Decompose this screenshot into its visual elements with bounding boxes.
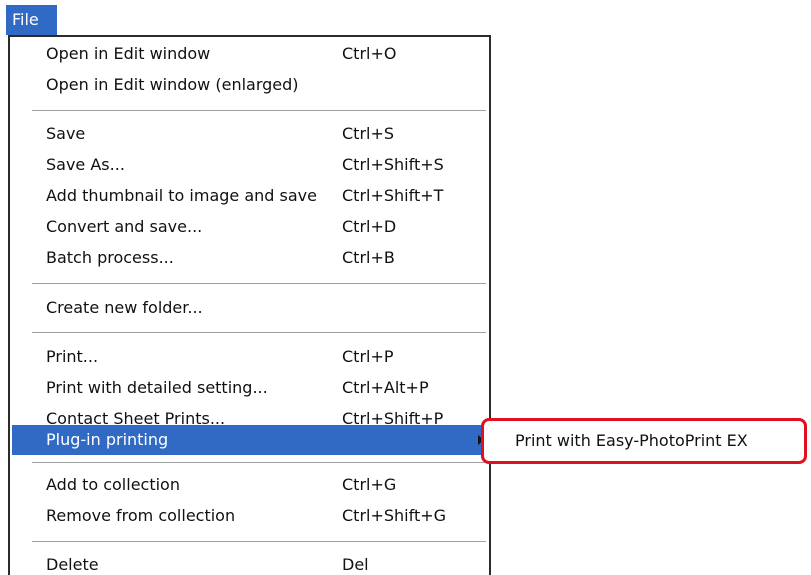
menu-item-print-detailed-setting[interactable]: Print with detailed setting... Ctrl+Alt+…: [12, 373, 489, 403]
menu-item-shortcut: Del: [342, 555, 369, 574]
menu-item-label: Convert and save...: [46, 217, 203, 236]
plug-in-printing-submenu: Print with Easy-PhotoPrint EX: [481, 418, 807, 464]
menu-item-shortcut: Ctrl+Alt+P: [342, 378, 429, 397]
menu-item-shortcut: Ctrl+B: [342, 248, 395, 267]
menu-item-label: Delete: [46, 555, 99, 574]
menu-item-label: Remove from collection: [46, 506, 236, 525]
menu-item-label: Create new folder...: [46, 298, 203, 317]
menu-item-shortcut: Ctrl+Shift+T: [342, 186, 444, 205]
menu-item-add-thumbnail-and-save[interactable]: Add thumbnail to image and save Ctrl+Shi…: [12, 181, 489, 211]
menu-item-label: Open in Edit window (enlarged): [46, 75, 299, 94]
menu-item-label: Open in Edit window: [46, 44, 211, 63]
menu-item-shortcut: Ctrl+D: [342, 217, 397, 236]
menu-item-label: Plug-in printing: [46, 430, 169, 449]
menu-separator: [32, 462, 486, 464]
screenshot-stage: File Open in Edit window Ctrl+O Open in …: [0, 0, 811, 575]
menu-item-label: Save As...: [46, 155, 125, 174]
menu-item-create-new-folder[interactable]: Create new folder...: [12, 293, 489, 323]
menu-item-shortcut: Ctrl+Shift+G: [342, 506, 447, 525]
file-menu-title[interactable]: File: [6, 5, 57, 35]
menu-item-label: Print with detailed setting...: [46, 378, 268, 397]
submenu-item-print-with-easy-photoprint-ex[interactable]: Print with Easy-PhotoPrint EX: [484, 421, 804, 461]
submenu-item-label: Print with Easy-PhotoPrint EX: [515, 431, 748, 450]
menu-separator: [32, 541, 486, 543]
menu-item-label: Add thumbnail to image and save: [46, 186, 317, 205]
menu-item-shortcut: Ctrl+O: [342, 44, 397, 63]
menu-item-convert-and-save[interactable]: Convert and save... Ctrl+D: [12, 212, 489, 242]
menu-separator: [32, 332, 486, 334]
menu-item-print[interactable]: Print... Ctrl+P: [12, 342, 489, 372]
menu-item-label: Add to collection: [46, 475, 180, 494]
menu-item-save-as[interactable]: Save As... Ctrl+Shift+S: [12, 150, 489, 180]
menu-item-open-in-edit-window[interactable]: Open in Edit window Ctrl+O: [12, 39, 489, 69]
menu-item-open-in-edit-window-enlarged[interactable]: Open in Edit window (enlarged): [12, 70, 489, 100]
menu-item-label: Print...: [46, 347, 99, 366]
menu-item-save[interactable]: Save Ctrl+S: [12, 119, 489, 149]
menu-item-label: Batch process...: [46, 248, 174, 267]
menu-item-shortcut: Ctrl+P: [342, 347, 394, 366]
menu-item-label: Save: [46, 124, 86, 143]
menu-item-remove-from-collection[interactable]: Remove from collection Ctrl+Shift+G: [12, 501, 489, 531]
menu-item-shortcut: Ctrl+S: [342, 124, 395, 143]
menu-item-delete[interactable]: Delete Del: [12, 550, 489, 575]
menu-item-batch-process[interactable]: Batch process... Ctrl+B: [12, 243, 489, 273]
menu-separator: [32, 283, 486, 285]
menu-item-plug-in-printing[interactable]: Plug-in printing: [12, 425, 489, 455]
menu-item-shortcut: Ctrl+G: [342, 475, 397, 494]
menu-separator: [32, 110, 486, 112]
menu-item-add-to-collection[interactable]: Add to collection Ctrl+G: [12, 470, 489, 500]
menu-item-shortcut: Ctrl+Shift+S: [342, 155, 444, 174]
file-menu-dropdown: Open in Edit window Ctrl+O Open in Edit …: [8, 35, 491, 575]
